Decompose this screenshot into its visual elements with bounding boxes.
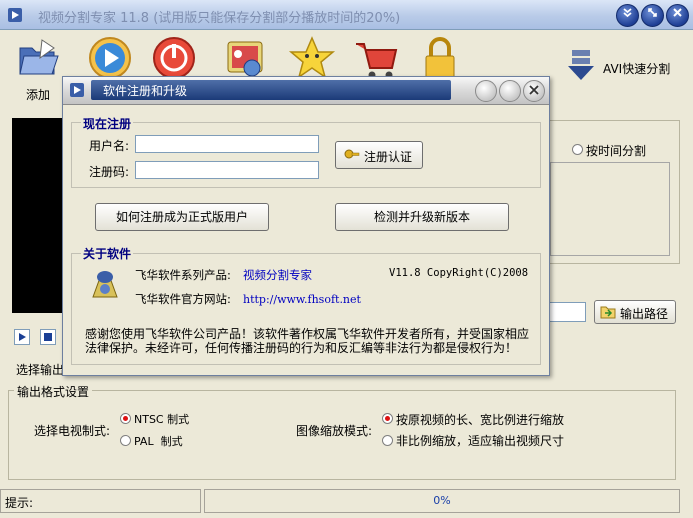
play-icon xyxy=(89,37,131,79)
output-path-label: 输出路径 xyxy=(620,307,669,321)
folder-open-icon xyxy=(19,39,59,75)
scale-keep-label: 按原视频的长、宽比例进行缩放 xyxy=(396,413,565,427)
version-text: V11.8 CopyRight(C)2008 xyxy=(389,267,529,279)
product-name-link[interactable]: 视频分割专家 xyxy=(243,267,312,283)
main-title-bar[interactable]: 视频分割专家 11.8 (试用版只能保存分割部分播放时间的20%) xyxy=(0,0,693,30)
avi-split-label: AVI快速分割 xyxy=(603,62,671,76)
chevrons-down-icon xyxy=(623,8,632,18)
cart-icon xyxy=(356,43,398,79)
output-path-button[interactable]: 输出路径 xyxy=(594,300,676,324)
avi-split-button[interactable]: AVI快速分割 xyxy=(566,48,686,88)
stop-small-button[interactable] xyxy=(40,329,56,345)
settings-icon xyxy=(227,41,263,77)
username-label: 用户名: xyxy=(89,139,130,153)
folder-icon xyxy=(600,306,616,319)
lock-icon xyxy=(425,37,455,79)
by-time-radio[interactable] xyxy=(572,144,583,155)
dialog-title-bar[interactable]: 软件注册和升级 xyxy=(63,77,549,105)
close-icon xyxy=(529,85,539,95)
verify-label: 注册认证 xyxy=(364,150,413,164)
output-format-legend: 输出格式设置 xyxy=(14,383,93,400)
dialog-minimize-button[interactable] xyxy=(475,80,497,102)
stop-small-icon xyxy=(44,333,52,341)
dialog-restore-button[interactable] xyxy=(499,80,521,102)
progress-bar: 0% xyxy=(204,489,680,513)
scale-mode-label: 图像缩放模式: xyxy=(296,424,373,438)
verify-button[interactable]: 注册认证 xyxy=(335,141,423,169)
status-hint-label: 提示: xyxy=(5,496,34,510)
restore-button[interactable] xyxy=(641,4,664,27)
play-small-icon xyxy=(19,333,26,341)
progress-text: 0% xyxy=(433,494,451,507)
about-section-title: 关于软件 xyxy=(81,245,134,262)
pal-label: PAL 制式 xyxy=(134,435,183,448)
tv-system-label: 选择电视制式: xyxy=(34,424,111,438)
product-label: 飞华软件系列产品: xyxy=(135,268,231,282)
reg-code-label: 注册码: xyxy=(89,165,130,179)
key-icon xyxy=(344,149,360,159)
restore-icon xyxy=(648,8,657,17)
scale-fit-radio[interactable] xyxy=(382,435,393,446)
status-hint-cell: 提示: xyxy=(0,489,201,513)
add-label: 添加 xyxy=(25,88,50,102)
scale-fit-label: 非比例缩放，适应输出视频尺寸 xyxy=(396,434,565,448)
register-dialog: 软件注册和升级 现在注册 用户名: 注册码: 注册认证 如何注册成为正式版用户 … xyxy=(62,76,550,376)
register-section-title: 现在注册 xyxy=(81,115,134,132)
how-to-register-button[interactable]: 如何注册成为正式版用户 xyxy=(95,203,269,231)
close-icon xyxy=(673,8,682,17)
by-time-label: 按时间分割 xyxy=(586,144,647,158)
stop-icon xyxy=(153,37,195,79)
play-small-button[interactable] xyxy=(14,329,30,345)
dialog-title-banner: 软件注册和升级 xyxy=(91,80,451,100)
check-update-button[interactable]: 检测并升级新版本 xyxy=(335,203,509,231)
scale-keep-radio[interactable] xyxy=(382,413,393,424)
website-link[interactable]: http://www.fhsoft.net xyxy=(243,293,361,306)
pal-radio[interactable] xyxy=(120,435,131,446)
close-button[interactable] xyxy=(666,4,689,27)
dialog-app-icon xyxy=(70,83,84,97)
dialog-title: 软件注册和升级 xyxy=(103,84,188,98)
software-logo-icon xyxy=(92,271,118,298)
star-icon xyxy=(288,36,336,79)
window-title: 视频分割专家 11.8 (试用版只能保存分割部分播放时间的20%) xyxy=(38,11,401,26)
app-icon xyxy=(8,8,22,22)
reg-code-field[interactable] xyxy=(135,161,319,179)
select-output-label: 选择输出 xyxy=(16,363,65,377)
username-field[interactable] xyxy=(135,135,319,153)
thanks-text: 感谢您使用飞华软件公司产品！该软件著作权属飞华软件开发者所有，并受国家相应法律保… xyxy=(85,327,530,355)
ntsc-radio[interactable] xyxy=(120,413,131,424)
add-button[interactable]: 添加 xyxy=(10,34,66,102)
ntsc-label: NTSC 制式 xyxy=(134,413,190,426)
website-label: 飞华软件官方网站: xyxy=(135,292,231,306)
split-options-box xyxy=(550,162,670,256)
minimize-button[interactable] xyxy=(616,4,639,27)
download-arrow-icon xyxy=(568,50,594,80)
dialog-close-button[interactable] xyxy=(523,80,545,102)
